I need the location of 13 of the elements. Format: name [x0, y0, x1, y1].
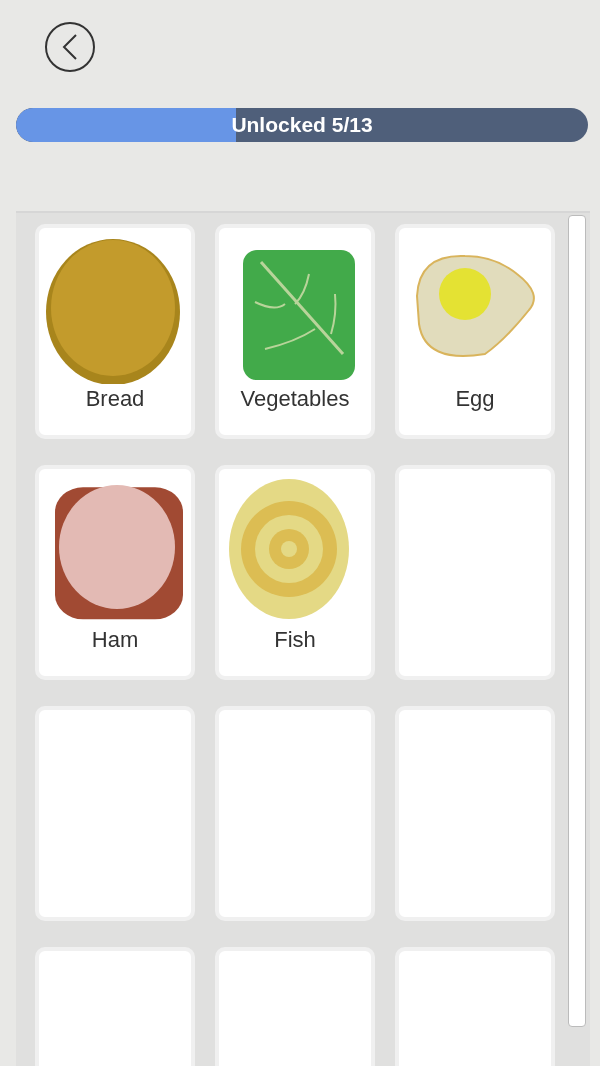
- item-name: Vegetables: [240, 386, 350, 412]
- back-icon: [62, 33, 78, 61]
- item-name: Egg: [455, 386, 495, 412]
- item-name: Fish: [274, 627, 316, 653]
- item-card[interactable]: Bread: [35, 224, 195, 439]
- item-name: Ham: [91, 627, 139, 653]
- item-card[interactable]: Vegetables: [215, 224, 375, 439]
- back-button[interactable]: [45, 22, 95, 72]
- item-card[interactable]: Egg: [395, 224, 555, 439]
- item-card[interactable]: Ham: [35, 465, 195, 680]
- item-card[interactable]: Fish: [215, 465, 375, 680]
- item-name: Bread: [85, 386, 145, 412]
- scrollbar[interactable]: [568, 215, 586, 1027]
